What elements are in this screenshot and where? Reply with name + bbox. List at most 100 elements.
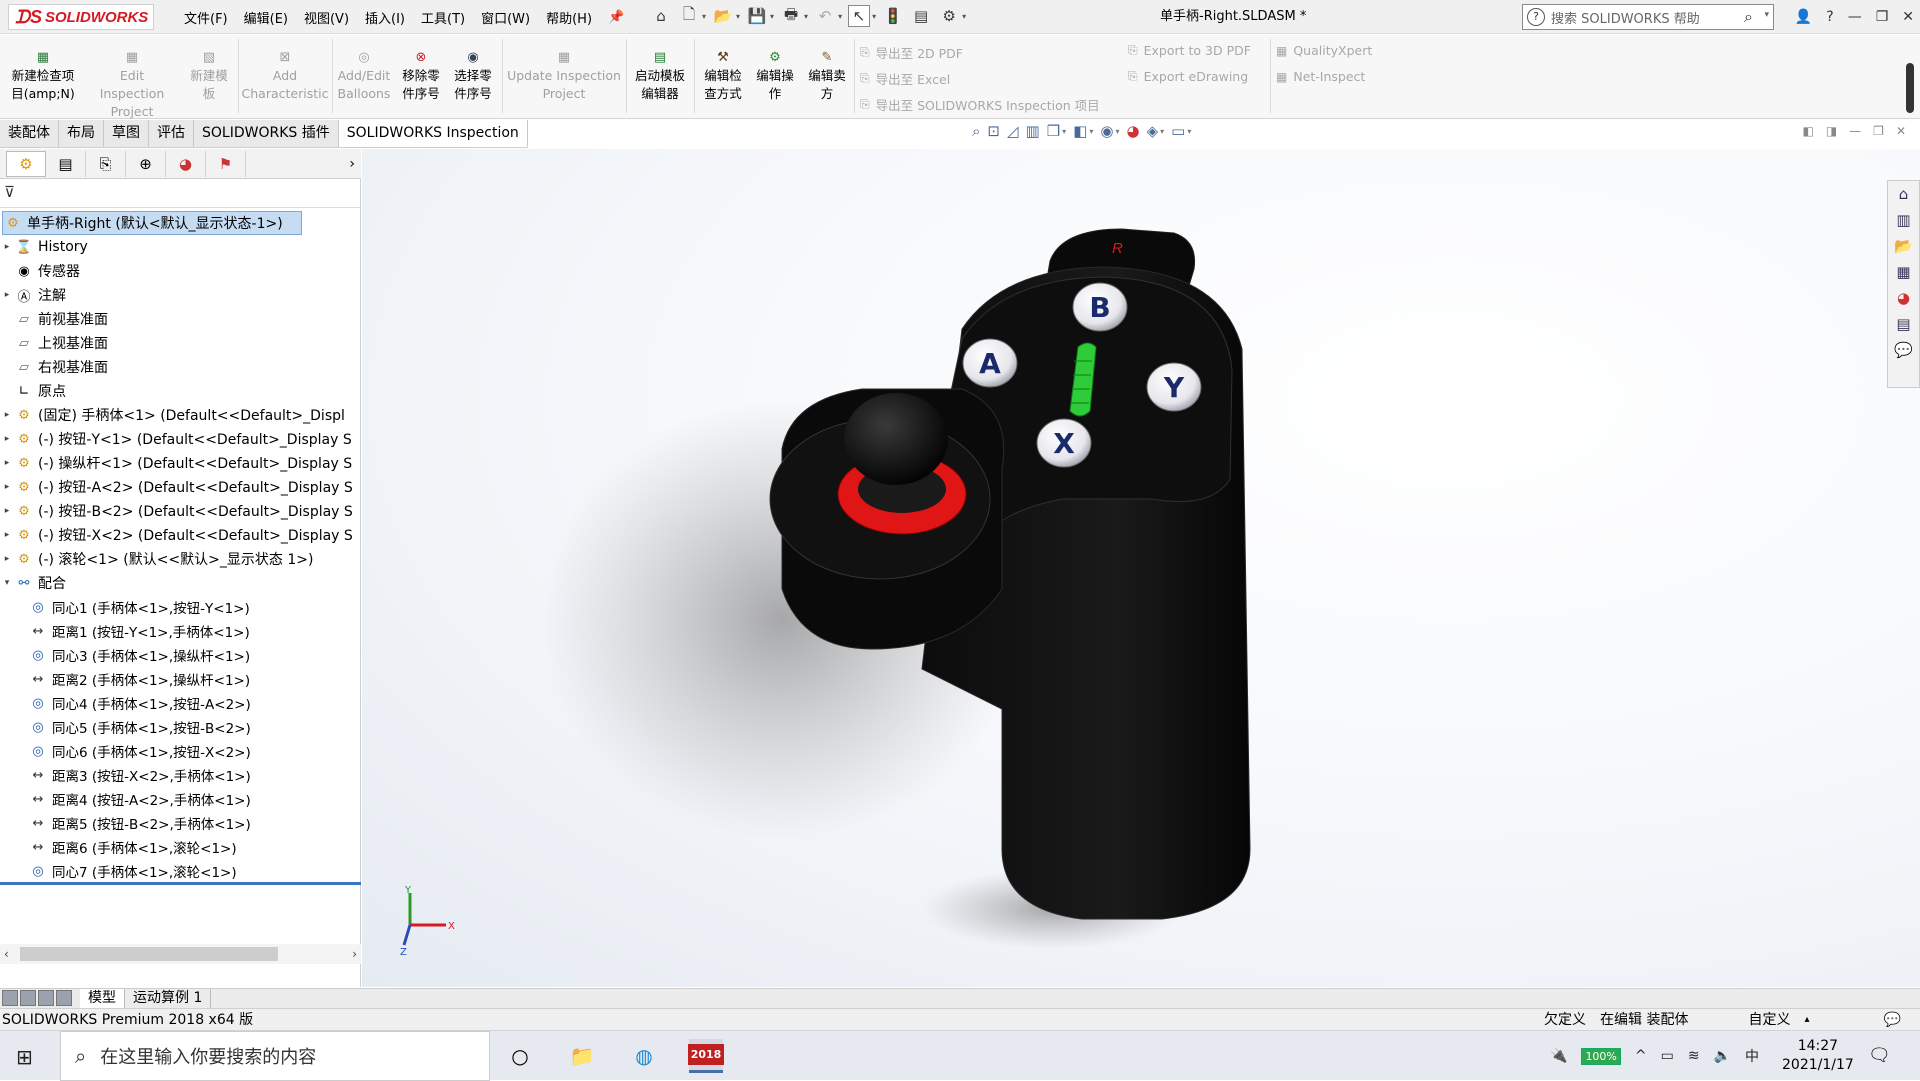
rollback-bar[interactable] (0, 882, 361, 885)
chevron-down-icon[interactable]: ▾ (1160, 127, 1164, 136)
export-edrawing-button[interactable]: ⎘ Export eDrawing (1128, 69, 1248, 84)
tree-item-front-plane[interactable]: ▱ 前视基准面 (0, 307, 361, 331)
restore-icon[interactable]: ❐ (1876, 9, 1889, 25)
add-edit-balloons-button[interactable]: ◎ Add/Edit Balloons (334, 49, 394, 103)
display-manager-tab-icon[interactable]: ◕ (166, 150, 206, 177)
menu-tools[interactable]: 工具(T) (413, 8, 473, 27)
chevron-down-icon[interactable]: ▾ (962, 12, 966, 21)
chevron-down-icon[interactable]: ▾ (1764, 10, 1769, 20)
zoom-to-fit-icon[interactable]: ⌕ (972, 122, 980, 140)
close-icon[interactable]: ✕ (1902, 9, 1914, 25)
tab-evaluate[interactable]: 评估 (149, 120, 194, 147)
tree-item-history[interactable]: ▸ ⌛ History (0, 235, 361, 259)
edge-browser-icon[interactable]: ◍ (627, 1039, 661, 1073)
pin-icon[interactable]: 📌 (600, 10, 632, 25)
new-template-button[interactable]: ▧ 新建模板 (184, 49, 234, 103)
update-inspection-project-button[interactable]: ▦ Update Inspection Project (506, 49, 622, 103)
power-icon[interactable]: 🔌 (1550, 1048, 1567, 1064)
file-explorer-icon[interactable]: 📁 (565, 1039, 599, 1073)
tree-item-annotations[interactable]: ▸ Ⓐ 注解 (0, 283, 361, 307)
ribbon-scrollbar[interactable] (1906, 63, 1914, 113)
hide-show-icon[interactable]: ◉ (1100, 122, 1113, 140)
joystick-knob[interactable] (844, 393, 948, 485)
solidworks-taskbar-app[interactable]: 2018 (687, 1039, 725, 1073)
last-icon[interactable] (56, 989, 72, 1006)
tab-model[interactable]: 模型 (80, 989, 125, 1008)
minimize-icon[interactable]: — (1849, 124, 1861, 138)
tab-sketch[interactable]: 草图 (104, 120, 149, 147)
tab-assembly[interactable]: 装配体 (0, 120, 59, 147)
chevron-down-icon[interactable]: ▾ (1089, 127, 1093, 136)
button-a[interactable]: A (962, 338, 1018, 388)
file-explorer-icon[interactable]: 📂 (1894, 237, 1913, 255)
previous-view-icon[interactable]: ◿ (1007, 122, 1019, 140)
help-bubble-icon[interactable]: 💬 (1883, 1009, 1900, 1031)
search-icon[interactable]: ⌕ (1744, 7, 1753, 27)
scroll-thumb[interactable] (20, 947, 278, 961)
close-icon[interactable]: ✕ (1896, 124, 1906, 138)
inspection-tab-icon[interactable]: ⚑ (206, 150, 246, 177)
export-inspection-project-button[interactable]: ⎘ 导出至 SOLIDWORKS Inspection 项目 (860, 95, 1100, 114)
qualityxpert-button[interactable]: ▦ QualityXpert (1276, 43, 1372, 58)
design-library-icon[interactable]: ▥ (1896, 211, 1910, 229)
expand-icon[interactable]: ▸ (0, 506, 14, 516)
graphics-viewport[interactable]: R B A Y X (362, 149, 1920, 987)
traffic-light-icon[interactable]: 🚦 (882, 5, 904, 27)
chevron-down-icon[interactable]: ▾ (736, 12, 740, 21)
scene-icon[interactable]: ◈ (1147, 122, 1159, 140)
property-manager-tab-icon[interactable]: ▤ (46, 150, 86, 177)
prev-icon[interactable] (20, 989, 36, 1006)
expand-icon[interactable]: ▸ (0, 482, 14, 492)
notification-icon[interactable]: 🗨 (1868, 1045, 1891, 1066)
chevron-down-icon[interactable]: ▾ (702, 12, 706, 21)
edit-vendor-button[interactable]: ✎ 编辑卖方 (802, 49, 852, 103)
options-gear-icon[interactable]: ⚙ (938, 5, 960, 27)
volume-icon[interactable]: 🔈 (1714, 1048, 1731, 1064)
expand-icon[interactable]: ▸ (0, 410, 14, 420)
forum-icon[interactable]: 💬 (1894, 341, 1913, 359)
file-properties-icon[interactable]: ▤ (910, 5, 932, 27)
split-left-icon[interactable]: ◧ (1802, 124, 1813, 138)
expand-icon[interactable]: ▸ (0, 458, 14, 468)
chevron-down-icon[interactable]: ▾ (1115, 127, 1119, 136)
tree-item-origin[interactable]: ∟ 原点 (0, 379, 361, 403)
expand-icon[interactable]: ▸ (0, 530, 14, 540)
tree-item-component[interactable]: ▸ ⚙ (-) 按钮-A<2> (Default<<Default>_Display… (0, 475, 361, 499)
taskbar-search-input[interactable]: ⌕ 在这里输入你要搜索的内容 (60, 1031, 490, 1081)
dimxpert-tab-icon[interactable]: ⊕ (126, 150, 166, 177)
help-question-icon[interactable]: ? (1826, 9, 1833, 25)
horizontal-scrollbar[interactable]: ‹ › (0, 944, 361, 964)
button-y[interactable]: Y (1146, 362, 1202, 412)
tab-motion-study[interactable]: 运动算例 1 (125, 989, 212, 1008)
task-view-icon[interactable]: ○ (503, 1039, 537, 1073)
save-icon[interactable]: 💾 (746, 5, 768, 27)
tree-item-component[interactable]: ▸ ⚙ (-) 操纵杆<1> (Default<<Default>_Display … (0, 451, 361, 475)
custom-properties-icon[interactable]: ▤ (1896, 315, 1910, 333)
split-right-icon[interactable]: ◨ (1826, 124, 1837, 138)
button-x[interactable]: X (1036, 418, 1092, 468)
export-3d-pdf-button[interactable]: ⎘ Export to 3D PDF (1128, 43, 1251, 58)
chevron-up-icon[interactable]: ^ (1635, 1048, 1647, 1064)
tree-item-component[interactable]: ▸ ⚙ (-) 按钮-B<2> (Default<<Default>_Display… (0, 499, 361, 523)
remove-balloon-button[interactable]: ⊗ 移除零 件序号 (396, 49, 446, 103)
new-file-icon[interactable]: 🗋 (678, 5, 700, 27)
tree-mate[interactable]: ◎ 同心5 (手柄体<1>,按钮-B<2>) (0, 715, 361, 739)
tree-root-assembly[interactable]: ⚙ 单手柄-Right (默认<默认_显示状态-1>) (2, 211, 302, 235)
tree-item-component[interactable]: ▸ ⚙ (-) 按钮-X<2> (Default<<Default>_Display… (0, 523, 361, 547)
net-inspect-button[interactable]: ▦ Net-Inspect (1276, 69, 1365, 84)
tab-nav-arrows[interactable] (0, 989, 80, 1008)
menu-help[interactable]: 帮助(H) (538, 8, 600, 27)
export-excel-button[interactable]: ⎘ 导出至 Excel (860, 69, 950, 88)
chevron-down-icon[interactable]: ▾ (1187, 127, 1191, 136)
home-icon[interactable]: ⌂ (1899, 185, 1909, 203)
filter-icon[interactable]: ⊽ (4, 183, 15, 201)
menu-edit[interactable]: 编辑(E) (236, 8, 296, 27)
tree-mate[interactable]: ◎ 同心3 (手柄体<1>,操纵杆<1>) (0, 643, 361, 667)
tree-mate[interactable]: ↔ 距离4 (按钮-A<2>,手柄体<1>) (0, 787, 361, 811)
tree-item-right-plane[interactable]: ▱ 右视基准面 (0, 355, 361, 379)
restore-icon[interactable]: ❐ (1873, 124, 1884, 138)
chevron-down-icon[interactable]: ▾ (872, 12, 876, 21)
section-view-icon[interactable]: ▥ (1026, 122, 1040, 140)
chevron-down-icon[interactable]: ▾ (838, 12, 842, 21)
new-inspection-project-button[interactable]: ▦ 新建检查项 目(amp;N) (4, 49, 82, 103)
